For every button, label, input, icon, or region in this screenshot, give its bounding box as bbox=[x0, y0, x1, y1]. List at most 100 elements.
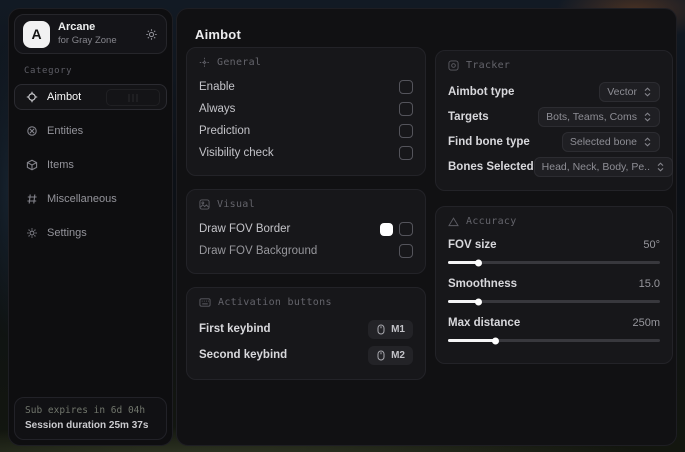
row-label: Visibility check bbox=[199, 147, 274, 159]
section-header: Visual bbox=[217, 199, 255, 210]
accuracy-card: Accuracy FOV size 50° Smoothness 15.0 Ma… bbox=[435, 206, 673, 364]
row-label: Aimbot type bbox=[448, 85, 515, 98]
app-name: Arcane bbox=[58, 21, 96, 34]
entities-icon bbox=[25, 125, 38, 137]
setting-row-aimbot-type: Aimbot type Vector bbox=[448, 79, 660, 104]
box-icon bbox=[25, 159, 38, 171]
tracker-icon bbox=[448, 60, 459, 71]
session-duration-text: Session duration 25m 37s bbox=[25, 420, 149, 431]
enable-checkbox[interactable] bbox=[399, 80, 413, 94]
row-label: Find bone type bbox=[448, 135, 530, 148]
row-label: FOV size bbox=[448, 239, 497, 251]
setting-row-targets: Targets Bots, Teams, Coms bbox=[448, 104, 660, 129]
setting-row-second-keybind: Second keybind M2 bbox=[199, 342, 413, 368]
image-icon bbox=[199, 199, 210, 210]
activation-card: Activation buttons First keybind M1 Seco… bbox=[186, 287, 426, 380]
sidebar-item-label: Miscellaneous bbox=[47, 193, 117, 205]
keybind-value: M2 bbox=[391, 349, 405, 361]
setting-row-visibility-check: Visibility check bbox=[199, 142, 413, 164]
section-header: Accuracy bbox=[466, 216, 517, 227]
select-value: Bots, Teams, Coms bbox=[546, 110, 637, 123]
select-value: Selected bone bbox=[569, 135, 637, 148]
targets-select[interactable]: Bots, Teams, Coms bbox=[538, 106, 660, 127]
setting-row-always: Always bbox=[199, 98, 413, 120]
sidebar-item-entities[interactable]: Entities bbox=[14, 118, 167, 144]
tracker-card: Tracker Aimbot type Vector Targets Bots,… bbox=[435, 50, 674, 191]
color-swatch[interactable] bbox=[380, 222, 393, 236]
sidebar-item-label: Items bbox=[47, 159, 74, 171]
mouse-icon bbox=[376, 350, 386, 361]
setting-row-draw-fov-border: Draw FOV Border bbox=[199, 218, 413, 240]
app-header: A Arcane for Gray Zone bbox=[14, 14, 167, 54]
keybind-value: M1 bbox=[391, 323, 405, 335]
select-value: Head, Neck, Body, Pe.. bbox=[541, 160, 651, 173]
sidebar-item-items[interactable]: Items bbox=[14, 152, 167, 178]
smoothness-slider-group: Smoothness 15.0 bbox=[448, 274, 660, 305]
slider-fill bbox=[448, 339, 495, 342]
row-label: First keybind bbox=[199, 323, 271, 335]
slider-value: 50° bbox=[643, 239, 660, 251]
app-subtitle: for Gray Zone bbox=[58, 34, 117, 46]
row-label: Smoothness bbox=[448, 278, 518, 290]
row-label: Prediction bbox=[199, 125, 251, 137]
setting-row-first-keybind: First keybind M1 bbox=[199, 316, 413, 342]
find-bone-type-select[interactable]: Selected bone bbox=[561, 131, 660, 152]
category-label: Category bbox=[24, 66, 73, 76]
mouse-icon bbox=[376, 324, 386, 335]
prediction-checkbox[interactable] bbox=[399, 124, 413, 138]
triangle-icon bbox=[448, 216, 459, 227]
chevrons-up-down-icon bbox=[643, 86, 652, 97]
sidebar: A Arcane for Gray Zone Category Aimbot E… bbox=[8, 8, 173, 446]
slider-thumb[interactable] bbox=[474, 259, 482, 266]
draw-fov-background-checkbox[interactable] bbox=[399, 244, 413, 258]
sidebar-item-label: Settings bbox=[47, 227, 87, 239]
max-distance-slider[interactable] bbox=[448, 337, 660, 344]
chevrons-up-down-icon bbox=[656, 161, 665, 172]
visual-card: Visual Draw FOV Border Draw FOV Backgrou… bbox=[186, 189, 426, 274]
row-label: Always bbox=[199, 103, 236, 115]
visibility-check-checkbox[interactable] bbox=[399, 146, 413, 160]
max-distance-slider-group: Max distance 250m bbox=[448, 313, 660, 344]
sidebar-item-label: Entities bbox=[47, 125, 84, 137]
slider-value: 250m bbox=[632, 317, 660, 329]
first-keybind-button[interactable]: M1 bbox=[368, 319, 413, 339]
row-label: Second keybind bbox=[199, 349, 288, 361]
draw-fov-border-checkbox[interactable] bbox=[399, 222, 413, 236]
sidebar-item-settings[interactable]: Settings bbox=[14, 220, 167, 246]
fov-size-slider[interactable] bbox=[448, 259, 660, 266]
gear-icon bbox=[25, 227, 38, 239]
section-header: Activation buttons bbox=[218, 297, 332, 308]
always-checkbox[interactable] bbox=[399, 102, 413, 116]
aimbot-type-select[interactable]: Vector bbox=[599, 81, 660, 102]
gear-icon[interactable] bbox=[145, 28, 158, 41]
ghost-watermark bbox=[106, 89, 160, 106]
setting-row-enable: Enable bbox=[199, 76, 413, 98]
slider-fill bbox=[448, 300, 478, 303]
subscription-info: Sub expires in 6d 04h Session duration 2… bbox=[14, 397, 167, 440]
chevrons-up-down-icon bbox=[643, 111, 652, 122]
second-keybind-button[interactable]: M2 bbox=[368, 345, 413, 365]
section-header: General bbox=[217, 57, 262, 68]
crosshair-icon bbox=[25, 91, 38, 103]
row-label: Targets bbox=[448, 110, 489, 123]
row-label: Bones Selected bbox=[448, 160, 534, 173]
slider-thumb[interactable] bbox=[474, 298, 482, 305]
crosshair-icon bbox=[199, 57, 210, 68]
sidebar-item-aimbot[interactable]: Aimbot bbox=[14, 84, 167, 110]
slider-value: 15.0 bbox=[638, 278, 660, 290]
hash-icon bbox=[25, 193, 38, 205]
select-value: Vector bbox=[607, 85, 637, 98]
general-card: General Enable Always Prediction Visibil… bbox=[186, 47, 426, 176]
smoothness-slider[interactable] bbox=[448, 298, 660, 305]
sub-expires-text: Sub expires in 6d 04h bbox=[25, 405, 146, 416]
chevrons-up-down-icon bbox=[643, 136, 652, 147]
setting-row-prediction: Prediction bbox=[199, 120, 413, 142]
slider-fill bbox=[448, 261, 478, 264]
main-panel: Aimbot General Enable Always Prediction … bbox=[176, 8, 677, 446]
sidebar-item-miscellaneous[interactable]: Miscellaneous bbox=[14, 186, 167, 212]
setting-row-find-bone-type: Find bone type Selected bone bbox=[448, 129, 660, 154]
slider-thumb[interactable] bbox=[491, 337, 499, 344]
bones-selected-select[interactable]: Head, Neck, Body, Pe.. bbox=[533, 156, 674, 177]
keyboard-icon bbox=[199, 297, 211, 308]
setting-row-bones-selected: Bones Selected Head, Neck, Body, Pe.. bbox=[448, 154, 674, 179]
